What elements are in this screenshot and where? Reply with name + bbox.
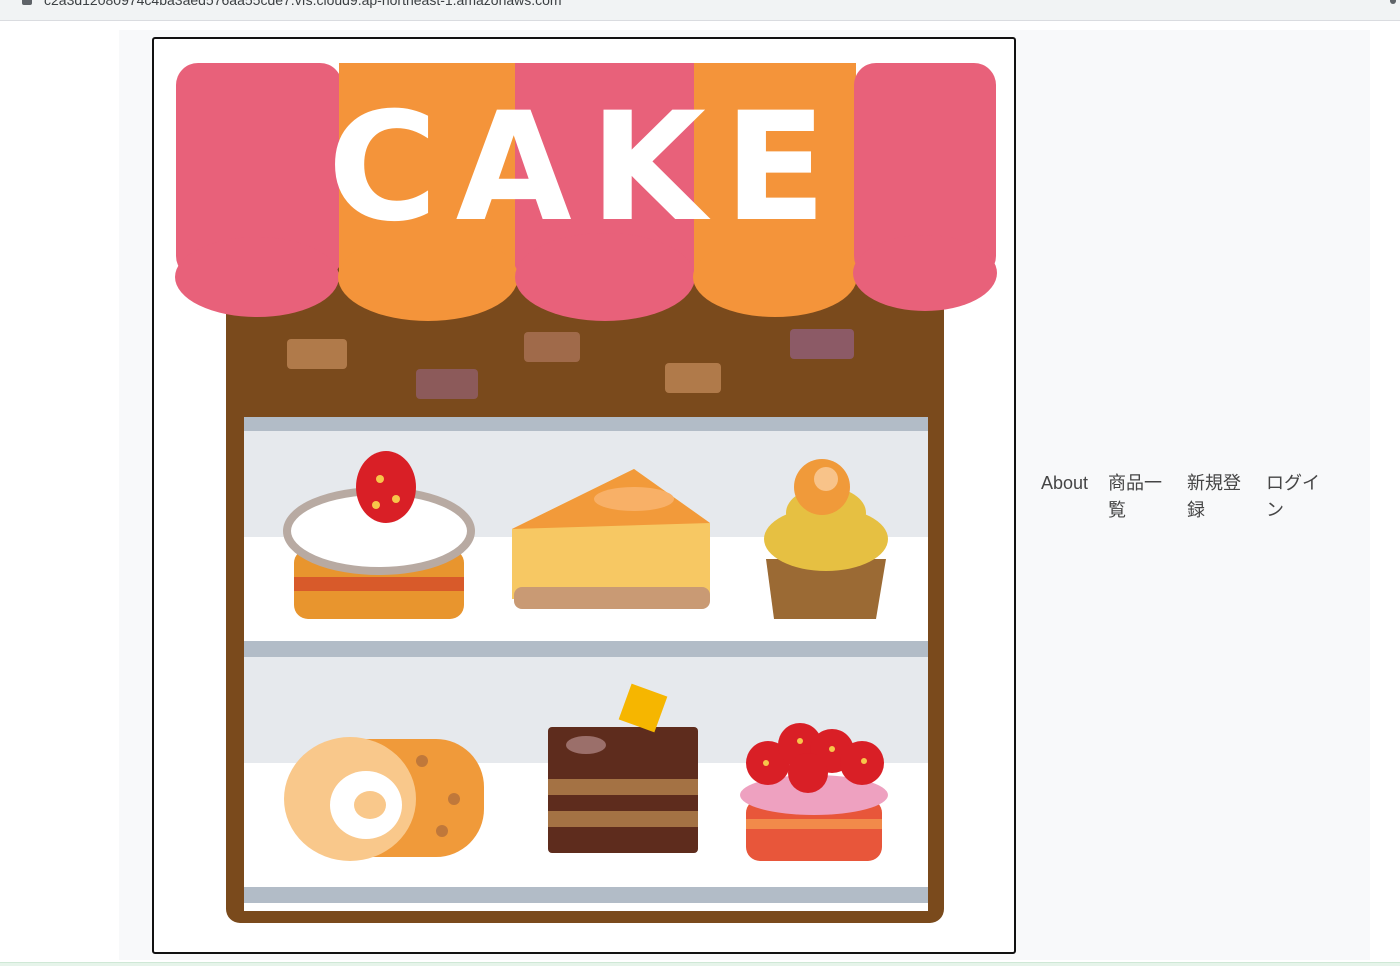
brick — [416, 369, 478, 399]
main-nav: About 商品一覧 新規登録 ログイン — [1033, 470, 1322, 524]
cake-shop-logo-image: CAKE — [175, 63, 997, 923]
url-text[interactable]: c2a3d12080974c4ba3aed576aa55cde7.vfs.clo… — [44, 0, 562, 8]
berry-tart — [740, 723, 888, 861]
browser-address-bar[interactable]: c2a3d12080974c4ba3aed576aa55cde7.vfs.clo… — [0, 0, 1400, 21]
brick — [665, 363, 721, 393]
nav-login-link[interactable]: ログイン — [1266, 470, 1322, 524]
lock-icon — [22, 0, 32, 5]
shelf — [244, 641, 928, 657]
shelf — [244, 887, 928, 903]
browser-bottom-edge — [0, 962, 1400, 966]
swiss-roll — [284, 737, 484, 861]
nav-register-link[interactable]: 新規登録 — [1187, 470, 1243, 524]
brick — [790, 329, 854, 359]
brick — [287, 339, 347, 369]
logo-link[interactable]: CAKE — [152, 37, 1016, 954]
nav-about-link[interactable]: About — [1041, 470, 1101, 524]
page-header: CAKE About 商品一覧 新規登録 ログイン — [119, 30, 1370, 960]
browser-menu-icon[interactable] — [1390, 0, 1396, 4]
brick — [524, 332, 580, 362]
sign-text: CAKE — [328, 81, 845, 255]
nav-products-link[interactable]: 商品一覧 — [1108, 470, 1164, 524]
